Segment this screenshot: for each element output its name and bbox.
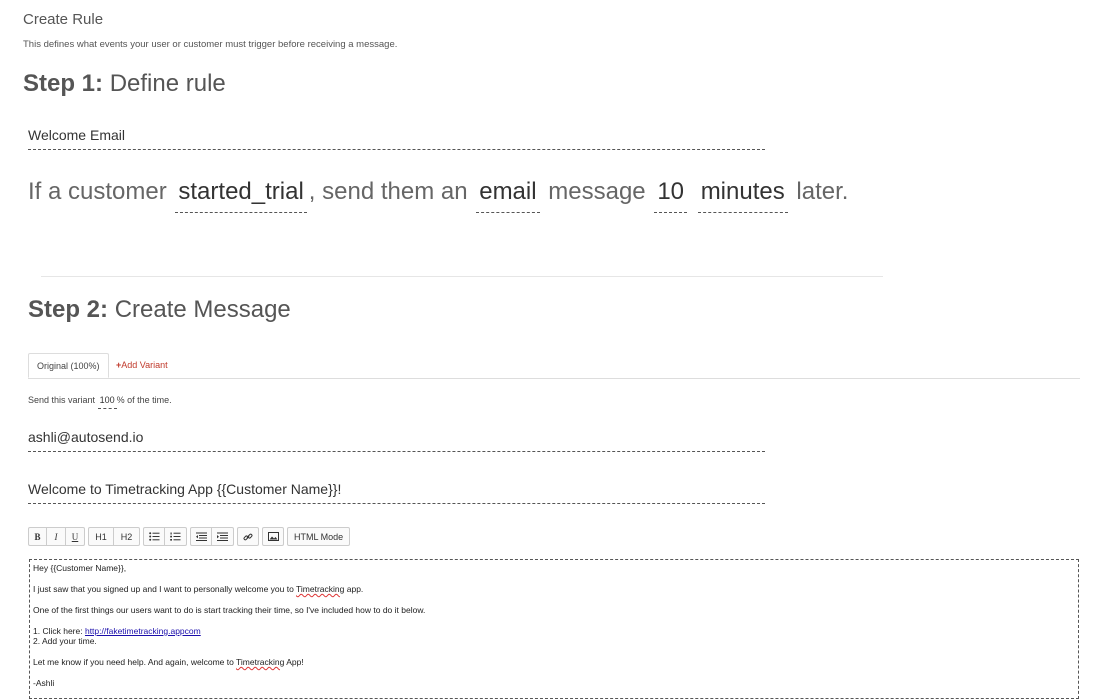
body-line2: One of the first things our users want t… bbox=[33, 605, 426, 615]
tabs-baseline bbox=[28, 378, 1080, 379]
image-icon[interactable] bbox=[262, 527, 284, 546]
body-line3-end: App! bbox=[284, 657, 304, 667]
indent-icon[interactable] bbox=[212, 527, 234, 546]
sentence-prefix: If a customer bbox=[28, 178, 167, 205]
body-line3-text: Let me know if you need help. And again,… bbox=[33, 657, 237, 667]
body-signature: -Ashli bbox=[33, 678, 55, 688]
step2-label: Step 2: bbox=[28, 296, 109, 323]
rule-name-input[interactable] bbox=[28, 126, 765, 150]
numbered-list-icon[interactable] bbox=[165, 527, 187, 546]
underline-button[interactable]: U bbox=[66, 527, 85, 546]
spellcheck-word: Timetracking bbox=[296, 584, 345, 594]
step2-heading: Step 2: Create Message bbox=[28, 296, 291, 324]
tab-original[interactable]: Original (100%) bbox=[28, 353, 109, 378]
section-divider bbox=[41, 276, 883, 277]
body-link[interactable]: http://faketimetracking.appcom bbox=[85, 626, 201, 636]
sentence-mid2: message bbox=[548, 178, 646, 205]
step1-title: Define rule bbox=[109, 70, 226, 97]
h1-button[interactable]: H1 bbox=[88, 527, 114, 546]
step2-title: Create Message bbox=[114, 296, 291, 323]
body-step1: 1. Click here: http://faketimetracking.a… bbox=[33, 626, 1075, 636]
heading-group: H1 H2 bbox=[88, 527, 140, 546]
body-step1-text: 1. Click here: bbox=[33, 626, 85, 636]
spellcheck-word: Timetracking bbox=[236, 657, 285, 667]
step1-label: Step 1: bbox=[23, 70, 104, 97]
editor-toolbar: B I U H1 H2 HTML Mode bbox=[28, 527, 351, 546]
body-line1-end: app. bbox=[344, 584, 364, 594]
send-suffix: % of the time. bbox=[116, 395, 172, 405]
variant-percentage-row: Send this variant 100% of the time. bbox=[28, 395, 172, 409]
variant-percent-input[interactable]: 100 bbox=[97, 395, 117, 409]
outdent-icon[interactable] bbox=[190, 527, 212, 546]
rule-sentence: If a customer started_trial, send them a… bbox=[28, 178, 848, 213]
page-description: This defines what events your user or cu… bbox=[23, 39, 398, 50]
send-prefix: Send this variant bbox=[28, 395, 96, 405]
channel-select[interactable]: email bbox=[476, 178, 540, 213]
event-select[interactable]: started_trial bbox=[175, 178, 307, 213]
indent-group bbox=[190, 527, 234, 546]
sentence-mid1: , send them an bbox=[308, 178, 468, 205]
list-group bbox=[143, 527, 187, 546]
body-step2: 2. Add your time. bbox=[33, 636, 97, 646]
add-variant-button[interactable]: +Add Variant bbox=[116, 353, 168, 378]
body-greeting: Hey {{Customer Name}}, bbox=[33, 563, 127, 573]
subject-input[interactable] bbox=[28, 480, 765, 504]
delay-amount-input[interactable]: 10 bbox=[654, 178, 688, 213]
step1-heading: Step 1: Define rule bbox=[23, 70, 226, 98]
link-icon[interactable] bbox=[237, 527, 259, 546]
html-mode-button[interactable]: HTML Mode bbox=[287, 527, 351, 546]
body-line3: Let me know if you need help. And again,… bbox=[33, 657, 1075, 667]
h2-button[interactable]: H2 bbox=[114, 527, 140, 546]
bold-button[interactable]: B bbox=[28, 527, 47, 546]
page-title: Create Rule bbox=[23, 11, 104, 28]
message-body-editor[interactable]: Hey {{Customer Name}}, I just saw that y… bbox=[29, 559, 1079, 699]
format-group: B I U bbox=[28, 527, 85, 546]
add-variant-label: Add Variant bbox=[121, 360, 168, 370]
body-line1-text: I just saw that you signed up and I want… bbox=[33, 584, 297, 594]
from-email-input[interactable] bbox=[28, 428, 765, 452]
sentence-suffix: later. bbox=[796, 178, 849, 205]
bullet-list-icon[interactable] bbox=[143, 527, 165, 546]
italic-button[interactable]: I bbox=[47, 527, 66, 546]
delay-unit-select[interactable]: minutes bbox=[697, 178, 788, 213]
body-line1: I just saw that you signed up and I want… bbox=[33, 584, 1075, 594]
